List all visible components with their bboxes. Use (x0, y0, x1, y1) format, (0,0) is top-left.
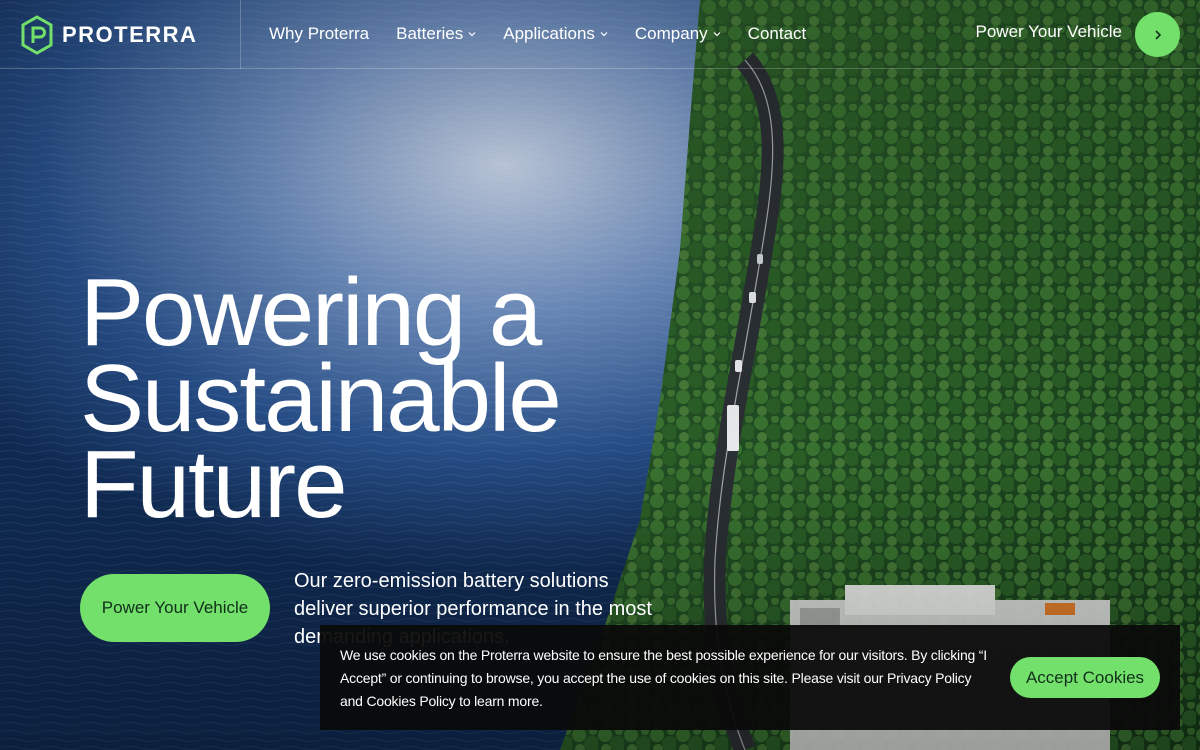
header-cta-link[interactable]: Power Your Vehicle (976, 22, 1123, 42)
power-your-vehicle-button[interactable]: Power Your Vehicle (80, 574, 270, 642)
cookie-text: We use cookies on the Proterra website t… (340, 647, 987, 709)
nav-item-label: Contact (747, 24, 807, 43)
chevron-down-icon (713, 32, 721, 37)
chevron-right-icon (1154, 29, 1161, 40)
proterra-logo-icon (21, 15, 53, 55)
nav-item-applications[interactable]: Applications (503, 24, 608, 44)
nav-item-batteries[interactable]: Batteries (396, 24, 476, 44)
main-nav: Why Proterra Batteries Applications Comp… (269, 0, 833, 68)
nav-item-contact[interactable]: Contact (748, 24, 807, 44)
nav-item-why-proterra[interactable]: Why Proterra (269, 24, 369, 44)
nav-item-label: Company (634, 24, 708, 43)
logo-link[interactable]: PROTERRA (20, 15, 197, 55)
nav-item-label: Batteries (396, 24, 464, 43)
chevron-down-icon (468, 32, 476, 37)
brand-name: PROTERRA (62, 22, 198, 47)
hero-title-line: Powering a (80, 259, 542, 366)
header-cta-button[interactable] (1135, 12, 1180, 57)
accept-cookies-button[interactable]: Accept Cookies (1010, 657, 1160, 698)
hero-title: Powering a Sustainable Future (80, 259, 562, 538)
nav-item-label: Why Proterra (269, 24, 370, 43)
hero-title-line: Future (80, 431, 347, 538)
hero-title-line: Sustainable (80, 345, 562, 452)
site-header: PROTERRA Why Proterra Batteries Applicat… (0, 0, 1200, 69)
cookie-banner: We use cookies on the Proterra website t… (320, 625, 1180, 730)
header-divider (240, 0, 241, 69)
chevron-down-icon (600, 32, 608, 37)
nav-item-company[interactable]: Company (635, 24, 721, 44)
nav-item-label: Applications (503, 24, 595, 43)
